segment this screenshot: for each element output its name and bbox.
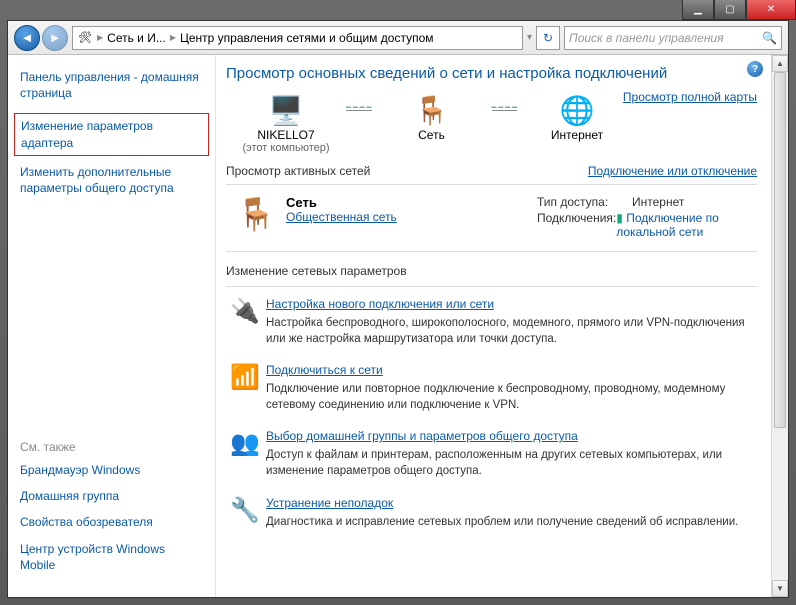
forward-button[interactable]: ►	[42, 25, 68, 51]
active-network-row: 🪑 Сеть Общественная сеть Тип доступа: Ин…	[226, 189, 757, 247]
chevron-icon: ▶	[168, 33, 178, 42]
network-map: 🖥️ NIKELLO7 (этот компьютер) 🪑 Сеть 🌐	[226, 92, 757, 154]
bench-icon: 🪑	[226, 195, 286, 241]
task-link[interactable]: Устранение неполадок	[266, 496, 393, 510]
new-connection-icon: 🔌	[230, 297, 266, 347]
homegroup-icon: 👥	[230, 429, 266, 479]
minimize-button[interactable]: ▁	[682, 0, 714, 20]
scroll-down-button[interactable]: ▼	[772, 580, 788, 597]
address-bar: ◄ ► 🛠 ▶ Сеть и И... ▶ Центр управления с…	[8, 21, 788, 55]
scroll-thumb[interactable]	[774, 72, 786, 428]
task-new-connection: 🔌 Настройка нового подключения или сети …	[226, 291, 757, 357]
search-icon: 🔍	[762, 31, 777, 45]
connect-icon: 📶	[230, 363, 266, 413]
control-panel-icon: 🛠	[77, 30, 93, 46]
task-desc: Доступ к файлам и принтерам, расположенн…	[266, 447, 757, 479]
node-label: NIKELLO7	[226, 128, 346, 142]
window-frame: ▁ ▢ ✕ ◄ ► 🛠 ▶ Сеть и И... ▶ Центр управл…	[0, 0, 796, 605]
bench-icon: 🪑	[372, 92, 492, 128]
help-icon[interactable]: ?	[747, 61, 763, 77]
sidebar-home[interactable]: Панель управления - домашняя страница	[20, 69, 203, 101]
network-line	[346, 110, 372, 111]
node-this-pc: 🖥️ NIKELLO7 (этот компьютер)	[226, 92, 346, 154]
change-settings-header: Изменение сетевых параметров	[226, 264, 757, 278]
breadcrumb[interactable]: 🛠 ▶ Сеть и И... ▶ Центр управления сетям…	[72, 26, 523, 50]
computer-icon: 🖥️	[226, 92, 346, 128]
explorer-shell: ◄ ► 🛠 ▶ Сеть и И... ▶ Центр управления с…	[7, 20, 789, 598]
sidebar-windows-mobile[interactable]: Центр устройств Windows Mobile	[20, 541, 203, 573]
sidebar-firewall[interactable]: Брандмауэр Windows	[20, 462, 203, 478]
task-desc: Настройка беспроводного, широкополосного…	[266, 315, 757, 347]
task-troubleshoot: 🔧 Устранение неполадок Диагностика и исп…	[226, 490, 757, 540]
close-button[interactable]: ✕	[746, 0, 796, 20]
connections-label: Подключения:	[537, 211, 616, 239]
task-link[interactable]: Выбор домашней группы и параметров общег…	[266, 429, 578, 443]
titlebar: ▁ ▢ ✕	[7, 0, 796, 20]
nic-icon: ▮	[616, 211, 623, 225]
task-connect-to-network: 📶 Подключиться к сети Подключение или по…	[226, 357, 757, 423]
page-title: Просмотр основных сведений о сети и наст…	[226, 65, 757, 82]
search-input[interactable]: Поиск в панели управления 🔍	[564, 26, 782, 50]
access-type-label: Тип доступа:	[537, 195, 632, 209]
task-desc: Подключение или повторное подключение к …	[266, 381, 757, 413]
maximize-button[interactable]: ▢	[714, 0, 746, 20]
network-name: Сеть	[286, 195, 537, 210]
sidebar-internet-options[interactable]: Свойства обозревателя	[20, 514, 203, 530]
refresh-button[interactable]: ↻	[536, 26, 560, 50]
troubleshoot-icon: 🔧	[230, 496, 266, 530]
access-type-value: Интернет	[632, 195, 684, 209]
scroll-track[interactable]	[772, 72, 788, 580]
chevron-icon: ▶	[95, 33, 105, 42]
back-button[interactable]: ◄	[14, 25, 40, 51]
connection-link[interactable]: Подключение по локальной сети	[616, 211, 719, 239]
task-desc: Диагностика и исправление сетевых пробле…	[266, 514, 757, 530]
task-link[interactable]: Настройка нового подключения или сети	[266, 297, 494, 311]
node-label: Сеть	[372, 128, 492, 142]
scroll-up-button[interactable]: ▲	[772, 55, 788, 72]
see-also-label: См. также	[20, 440, 203, 454]
node-network: 🪑 Сеть	[372, 92, 492, 142]
sidebar: Панель управления - домашняя страница Из…	[8, 55, 216, 597]
sidebar-adapter-settings[interactable]: Изменение параметров адаптера	[14, 113, 209, 155]
sidebar-advanced-sharing[interactable]: Изменить дополнительные параметры общего…	[20, 164, 203, 196]
task-link[interactable]: Подключиться к сети	[266, 363, 383, 377]
sidebar-homegroup[interactable]: Домашняя группа	[20, 488, 203, 504]
network-type-link[interactable]: Общественная сеть	[286, 210, 397, 224]
node-internet: 🌐 Интернет	[517, 92, 637, 142]
task-homegroup-sharing: 👥 Выбор домашней группы и параметров общ…	[226, 423, 757, 489]
search-placeholder: Поиск в панели управления	[569, 31, 724, 45]
breadcrumb-segment[interactable]: Сеть и И...	[107, 31, 166, 45]
node-sublabel: (этот компьютер)	[226, 142, 346, 154]
globe-icon: 🌐	[517, 92, 637, 128]
network-line	[492, 110, 518, 111]
node-label: Интернет	[517, 128, 637, 142]
breadcrumb-segment[interactable]: Центр управления сетями и общим доступом	[180, 31, 434, 45]
active-networks-label: Просмотр активных сетей	[226, 164, 370, 178]
vertical-scrollbar[interactable]: ▲ ▼	[771, 55, 788, 597]
main-content: ? Просмотр основных сведений о сети и на…	[216, 55, 771, 597]
connect-disconnect-link[interactable]: Подключение или отключение	[588, 164, 757, 178]
